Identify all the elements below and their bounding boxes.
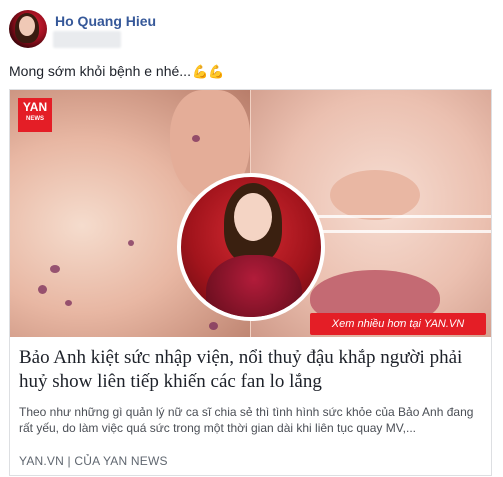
author-name[interactable]: Ho Quang Hieu	[55, 13, 156, 29]
link-preview-image[interactable]: YAN NEWS Xem nhiều hơn tại YAN.VN	[10, 90, 491, 337]
link-preview-card[interactable]: YAN NEWS Xem nhiều hơn tại YAN.VN Bảo An…	[9, 89, 492, 476]
portrait-face	[234, 193, 272, 241]
singer-portrait	[177, 173, 325, 321]
logo-text: YAN	[22, 100, 48, 114]
post-meta-redacted	[53, 31, 121, 48]
facebook-post: Ho Quang Hieu Mong sớm khỏi bệnh e nhé..…	[0, 0, 503, 477]
image-nose	[330, 170, 420, 220]
see-more-banner: Xem nhiều hơn tại YAN.VN	[310, 313, 486, 335]
logo-subtext: NEWS	[26, 116, 44, 122]
rash-spot	[38, 285, 47, 294]
link-description: Theo như những gì quản lý nữ ca sĩ chia …	[19, 405, 474, 435]
yan-news-logo: YAN NEWS	[18, 98, 52, 132]
rash-spot	[128, 240, 134, 246]
portrait-dress	[206, 255, 302, 317]
rash-spot	[50, 265, 60, 273]
flexed-biceps-emoji: 💪💪	[191, 64, 225, 79]
rash-spot	[192, 135, 200, 142]
rash-spot	[209, 322, 218, 330]
post-message-text: Mong sớm khỏi bệnh e nhé...	[9, 63, 191, 79]
author-avatar[interactable]	[9, 10, 47, 48]
link-source: YAN.VN | CỦA YAN NEWS	[19, 454, 168, 468]
link-headline[interactable]: Bảo Anh kiệt sức nhập viện, nổi thuỷ đậu…	[19, 346, 483, 394]
avatar-face	[19, 16, 35, 36]
rash-spot	[65, 300, 72, 306]
post-message: Mong sớm khỏi bệnh e nhé...💪💪	[9, 63, 224, 80]
